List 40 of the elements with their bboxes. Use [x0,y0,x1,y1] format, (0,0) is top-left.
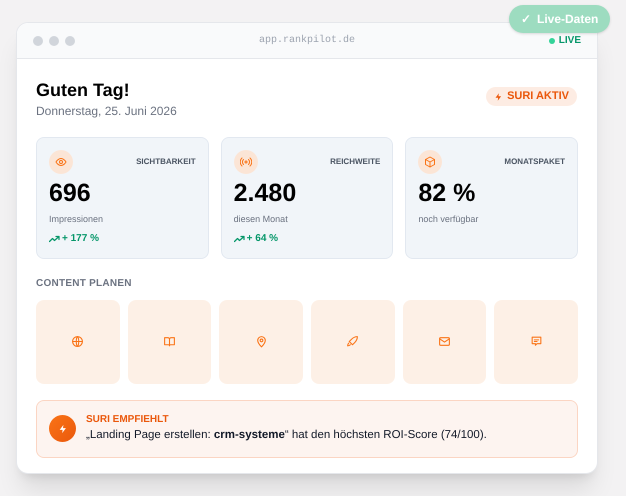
stat-caption: Impressionen [49,212,104,226]
stat-label: SICHTBARKEIT [136,156,196,168]
live-status: LIVE [558,34,581,48]
stat-caption: diesen Monat [234,212,289,226]
globe-icon [71,335,84,348]
stat-value: 2.480 [234,180,298,206]
trend-up-icon [49,234,60,242]
bolt-icon [49,415,76,442]
url-text: app.rankpilot.de [259,34,355,48]
content-tile[interactable] [310,300,395,384]
stat-value: 696 [49,180,92,206]
signal-icon [234,150,258,174]
box-icon [418,150,442,174]
content-tile[interactable] [128,300,212,384]
badge-label: Live-Daten [537,11,598,28]
eye-icon [49,150,73,174]
stat-label: REICHWEITE [330,156,380,168]
stat-caption: noch verfügbar [418,212,480,226]
trend-value: + 177 % [62,232,99,246]
book-icon [162,335,176,348]
chat-icon [530,335,543,348]
rocket-icon [346,335,360,348]
status-badge: SURI AKTIV [486,87,577,106]
mail-icon [438,335,451,348]
section-heading: CONTENT PLANEN [36,276,133,290]
content-tile[interactable] [36,300,120,384]
trend-up-icon [234,234,245,242]
content-tile[interactable] [219,300,303,384]
content-tile[interactable] [494,300,578,384]
stat-label: MONATSPAKET [504,156,565,168]
greeting-heading: Guten Tag! [36,79,131,102]
content-tile[interactable] [402,300,486,384]
map-pin-icon [254,335,268,348]
stat-value: 82 % [418,180,476,206]
recommendation-text: „Landing Page erstellen: crm-systeme“ hat den höchsten ROI-Score (74/100). [86,428,487,444]
trend-value: + 64 % [246,232,278,246]
check-icon: ✓ [521,10,531,28]
bolt-icon [494,92,504,102]
date-text: Donnerstag, 25. Juni 2026 [36,102,177,120]
recommendation-title: SURI EMPFIEHLT [86,413,170,428]
